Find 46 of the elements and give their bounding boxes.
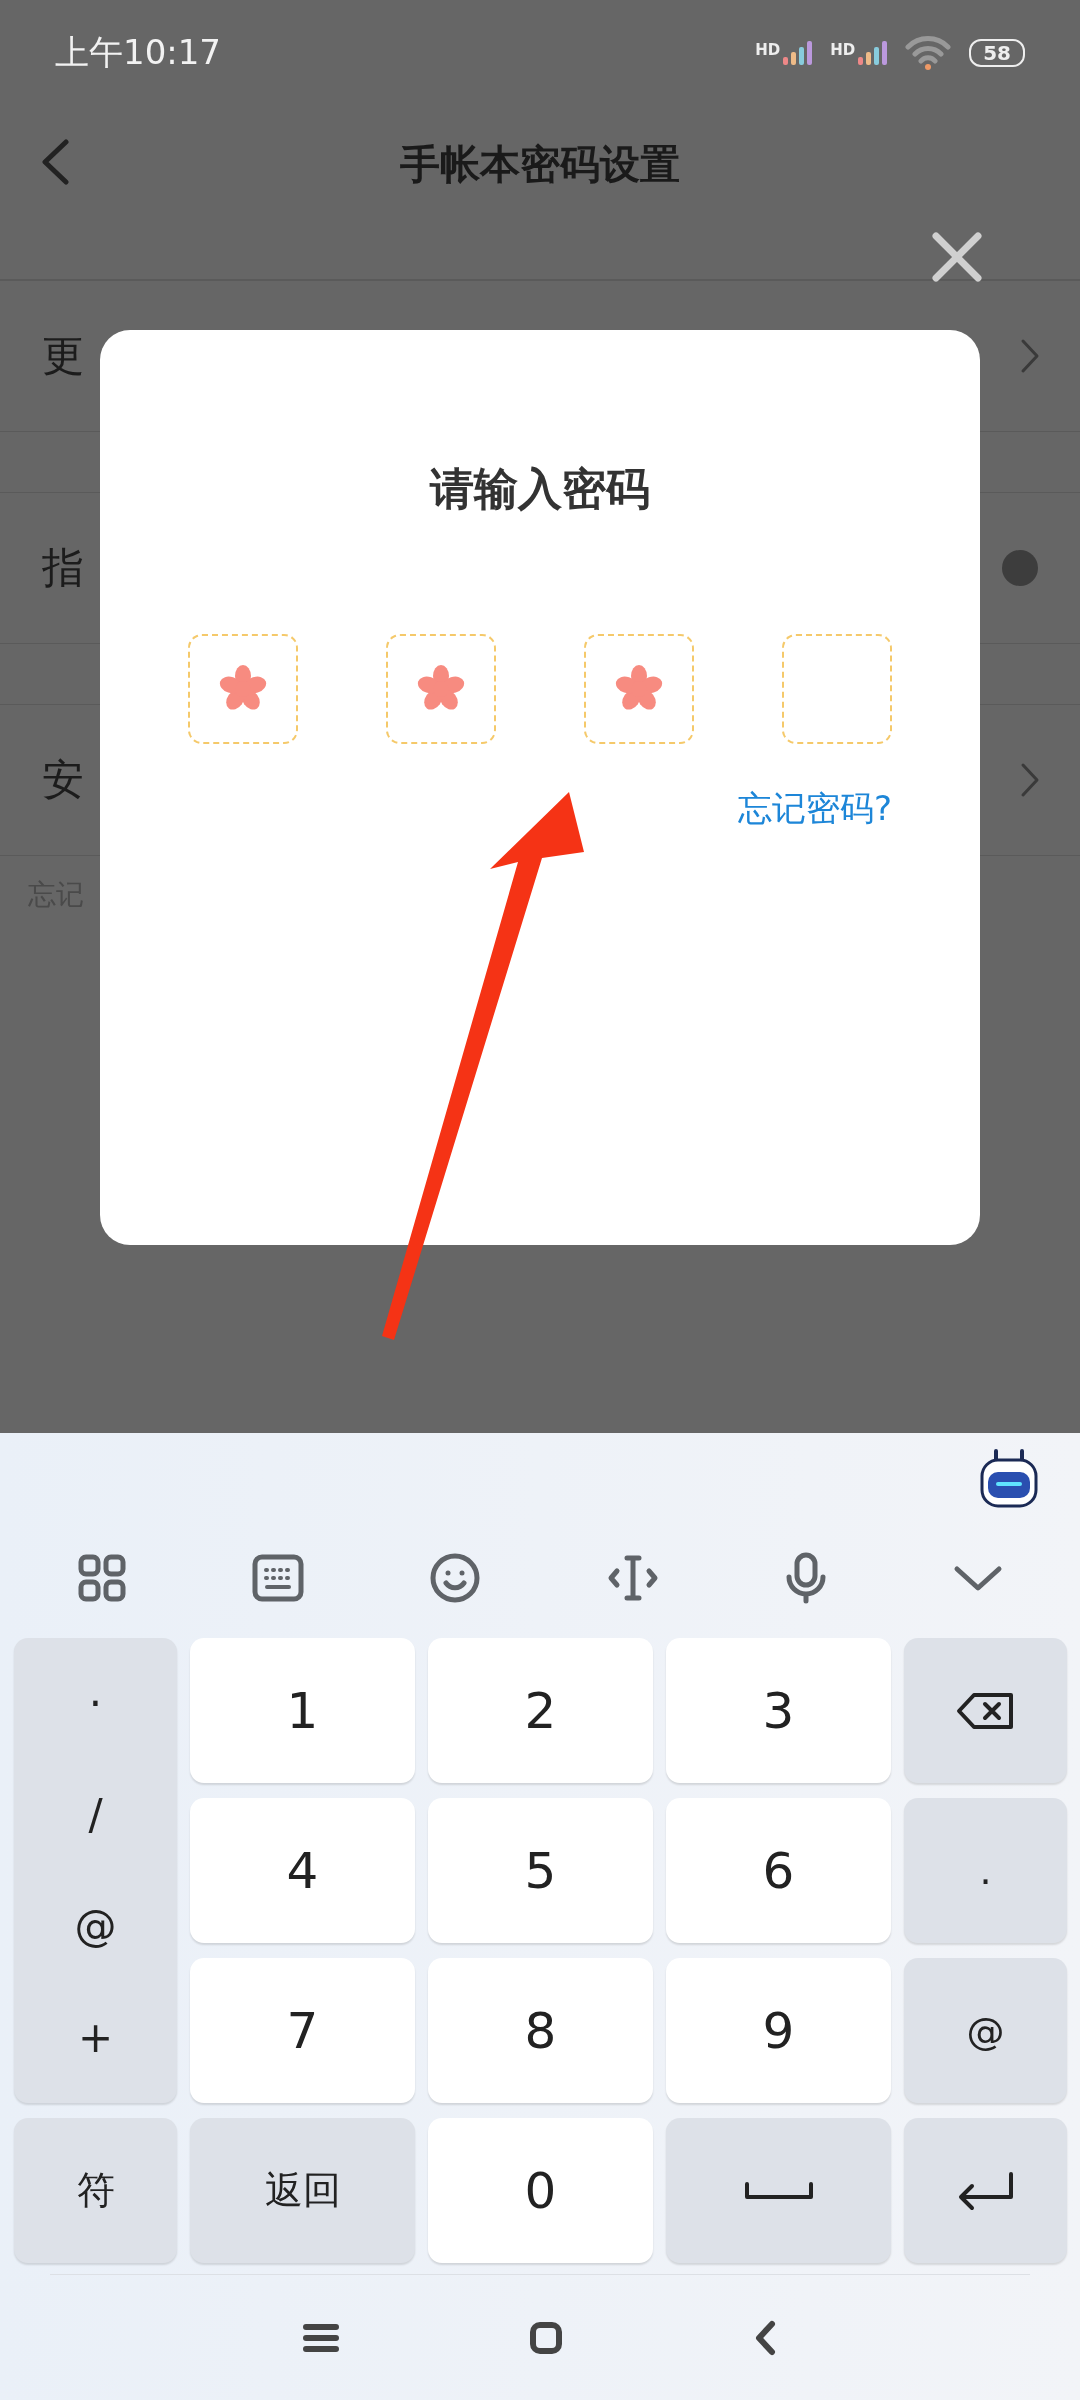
digit-key[interactable]: 6 bbox=[666, 1798, 891, 1943]
forgot-password-link[interactable]: 忘记密码? bbox=[737, 786, 892, 832]
symbol-key[interactable]: @ bbox=[74, 1901, 117, 1951]
digit-key[interactable]: 5 bbox=[428, 1798, 653, 1943]
digit-key[interactable]: 1 bbox=[190, 1638, 415, 1783]
menu-icon[interactable] bbox=[303, 2322, 339, 2353]
settings-label: 更 bbox=[42, 330, 84, 382]
digit-key[interactable]: 3 bbox=[666, 1638, 891, 1783]
digit-key[interactable]: 8 bbox=[428, 1958, 653, 2103]
digit-key[interactable]: 9 bbox=[666, 1958, 891, 2103]
digit-key[interactable]: 4 bbox=[190, 1798, 415, 1943]
digit-key[interactable]: 2 bbox=[428, 1638, 653, 1783]
chevron-right-icon bbox=[1020, 338, 1040, 374]
wifi-icon bbox=[905, 34, 952, 71]
back-icon[interactable] bbox=[40, 139, 70, 185]
apps-grid-icon[interactable] bbox=[76, 1553, 127, 1603]
page-title: 手帐本密码设置 bbox=[400, 140, 680, 189]
asterisk-icon bbox=[416, 665, 466, 713]
keyboard-icon[interactable] bbox=[252, 1554, 304, 1602]
settings-label: 安 bbox=[42, 754, 84, 806]
space-icon bbox=[743, 2180, 814, 2201]
home-icon[interactable] bbox=[529, 2320, 563, 2355]
collapse-icon[interactable] bbox=[953, 1563, 1004, 1593]
dialog-title: 请输入密码 bbox=[430, 462, 650, 516]
digit-key[interactable]: 0 bbox=[428, 2118, 653, 2263]
symbol-key[interactable]: / bbox=[88, 1790, 103, 1840]
chevron-right-icon bbox=[1020, 762, 1040, 798]
backspace-icon bbox=[955, 1691, 1016, 1730]
asterisk-icon bbox=[218, 665, 268, 713]
function-key[interactable]: 返回 bbox=[190, 2118, 415, 2263]
function-key[interactable]: @ bbox=[904, 1958, 1067, 2103]
backspace-key[interactable] bbox=[904, 1638, 1067, 1783]
emoji-icon[interactable] bbox=[429, 1552, 482, 1604]
status-time: 上午10:17 bbox=[55, 30, 221, 74]
function-key[interactable]: . bbox=[904, 1798, 1067, 1943]
battery-level: 58 bbox=[969, 38, 1025, 67]
digit-key[interactable]: 7 bbox=[190, 1958, 415, 2103]
close-icon[interactable] bbox=[932, 232, 982, 282]
asterisk-icon bbox=[614, 665, 664, 713]
robot-icon[interactable] bbox=[978, 1448, 1040, 1510]
back-nav-icon[interactable] bbox=[753, 2319, 777, 2356]
settings-label: 指 bbox=[42, 542, 84, 594]
symbol-key[interactable]: · bbox=[88, 1679, 103, 1729]
text-cursor-icon[interactable] bbox=[606, 1555, 659, 1601]
symbol-key[interactable]: + bbox=[77, 2012, 114, 2062]
function-key[interactable]: 符 bbox=[14, 2118, 177, 2263]
